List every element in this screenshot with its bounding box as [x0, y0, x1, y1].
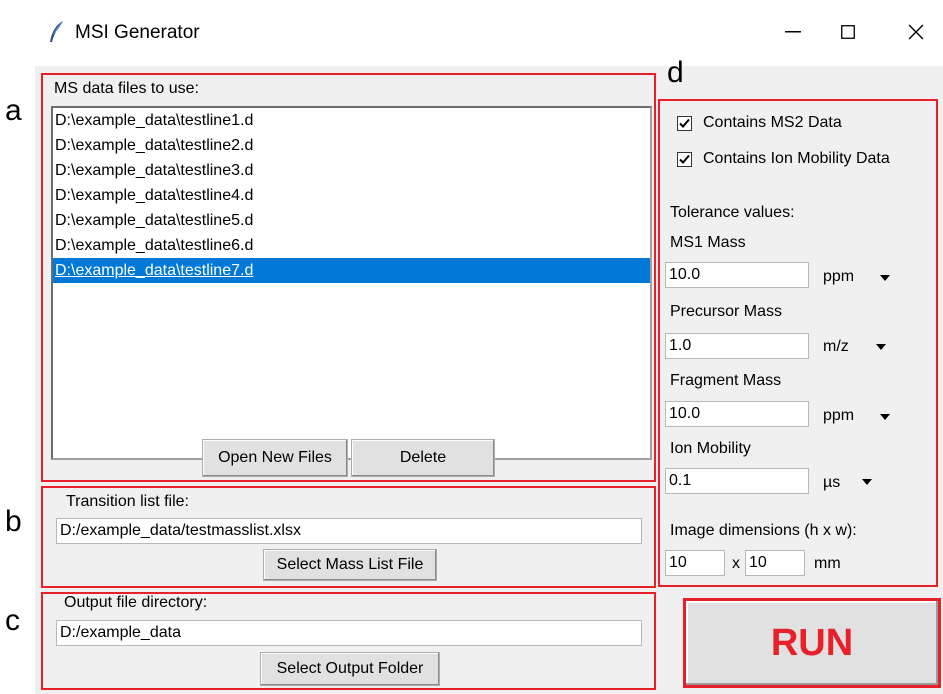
- close-button[interactable]: [893, 14, 939, 50]
- dropdown-arrow-icon[interactable]: [880, 275, 890, 281]
- dimension-unit: mm: [814, 555, 841, 572]
- ion-mobility-label: Contains Ion Mobility Data: [703, 150, 890, 167]
- mass-list-path-field[interactable]: D:/example_data/testmasslist.xlsx: [56, 518, 642, 544]
- list-item[interactable]: D:\example_data\testline4.d: [53, 183, 650, 208]
- dropdown-arrow-icon[interactable]: [862, 479, 872, 485]
- window-title: MSI Generator: [75, 22, 200, 43]
- delete-button[interactable]: Delete: [351, 439, 495, 477]
- panel-label-d: d: [667, 56, 684, 89]
- list-item-selected[interactable]: D:\example_data\testline7.d: [53, 258, 650, 283]
- dropdown-arrow-icon[interactable]: [876, 344, 886, 350]
- maximize-icon: [841, 25, 855, 39]
- close-icon: [908, 24, 924, 40]
- dimension-separator: x: [732, 555, 740, 572]
- minimize-icon: [785, 31, 801, 33]
- output-path-field[interactable]: D:/example_data: [56, 620, 642, 646]
- select-mass-list-button[interactable]: Select Mass List File: [263, 549, 437, 581]
- ms2-checkbox[interactable]: [677, 116, 692, 131]
- files-section-title: MS data files to use:: [54, 80, 199, 97]
- image-width-input[interactable]: 10: [745, 550, 805, 576]
- fragment-mass-input[interactable]: 10.0: [665, 401, 809, 427]
- ion-mobility-unit-select[interactable]: µs: [823, 474, 840, 492]
- image-dimensions-label: Image dimensions (h x w):: [670, 522, 857, 539]
- image-height-input[interactable]: 10: [665, 550, 725, 576]
- ms1-mass-label: MS1 Mass: [670, 234, 746, 251]
- title-bar: MSI Generator: [35, 0, 943, 66]
- panel-label-c: c: [5, 604, 20, 637]
- list-item[interactable]: D:\example_data\testline5.d: [53, 208, 650, 233]
- file-listbox[interactable]: D:\example_data\testline1.d D:\example_d…: [51, 106, 652, 460]
- fragment-unit-select[interactable]: ppm: [823, 407, 854, 425]
- fragment-mass-label: Fragment Mass: [670, 372, 782, 389]
- transition-section-title: Transition list file:: [66, 493, 189, 510]
- ms1-unit-select[interactable]: ppm: [823, 268, 854, 286]
- run-button[interactable]: RUN: [683, 598, 941, 688]
- list-item[interactable]: D:\example_data\testline3.d: [53, 158, 650, 183]
- ion-mobility-input[interactable]: 0.1: [665, 468, 809, 494]
- checkmark-icon: [679, 118, 690, 128]
- dropdown-arrow-icon[interactable]: [880, 414, 890, 420]
- ion-mobility-tol-label: Ion Mobility: [670, 440, 751, 457]
- precursor-mass-input[interactable]: 1.0: [665, 333, 809, 359]
- maximize-button[interactable]: [825, 14, 871, 50]
- panel-label-b: b: [5, 505, 22, 538]
- open-new-files-button[interactable]: Open New Files: [202, 439, 348, 477]
- precursor-mass-label: Precursor Mass: [670, 303, 783, 320]
- list-item[interactable]: D:\example_data\testline2.d: [53, 133, 650, 158]
- feather-icon: [47, 20, 67, 44]
- checkmark-icon: [679, 154, 690, 164]
- tolerance-title: Tolerance values:: [670, 204, 795, 221]
- list-item[interactable]: D:\example_data\testline1.d: [53, 108, 650, 133]
- ion-mobility-checkbox[interactable]: [677, 152, 692, 167]
- minimize-button[interactable]: [770, 14, 816, 50]
- list-item[interactable]: D:\example_data\testline6.d: [53, 233, 650, 258]
- ms1-mass-input[interactable]: 10.0: [665, 262, 809, 288]
- select-output-folder-button[interactable]: Select Output Folder: [260, 652, 440, 686]
- output-section-title: Output file directory:: [64, 594, 208, 611]
- panel-label-a: a: [5, 94, 22, 127]
- precursor-unit-select[interactable]: m/z: [823, 338, 849, 356]
- ms2-label: Contains MS2 Data: [703, 114, 842, 131]
